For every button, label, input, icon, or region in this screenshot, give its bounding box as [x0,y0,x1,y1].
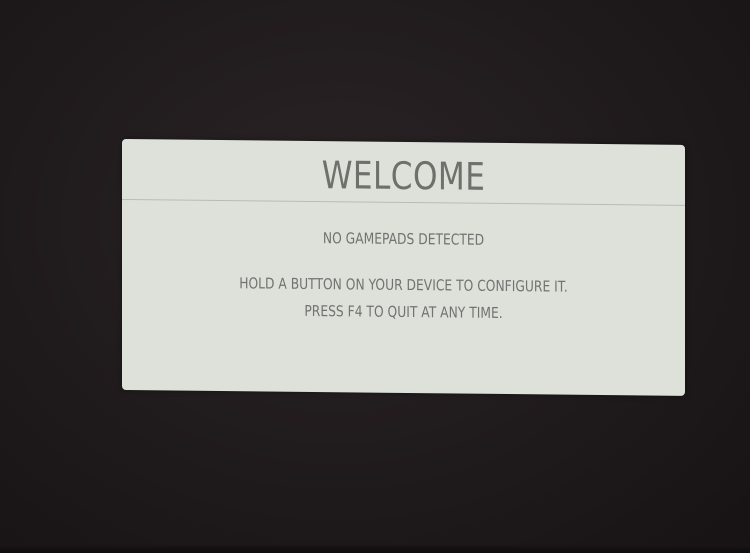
quit-hint-message: PRESS F4 TO QUIT AT ANY TIME. [304,301,503,322]
welcome-dialog: WELCOME NO GAMEPADS DETECTED HOLD A BUTT… [122,139,685,396]
status-message: NO GAMEPADS DETECTED [322,229,485,249]
title-divider [122,199,685,206]
instruction-message: HOLD A BUTTON ON YOUR DEVICE TO CONFIGUR… [239,274,568,296]
screen-bezel [0,545,750,553]
dialog-title: WELCOME [321,153,486,199]
